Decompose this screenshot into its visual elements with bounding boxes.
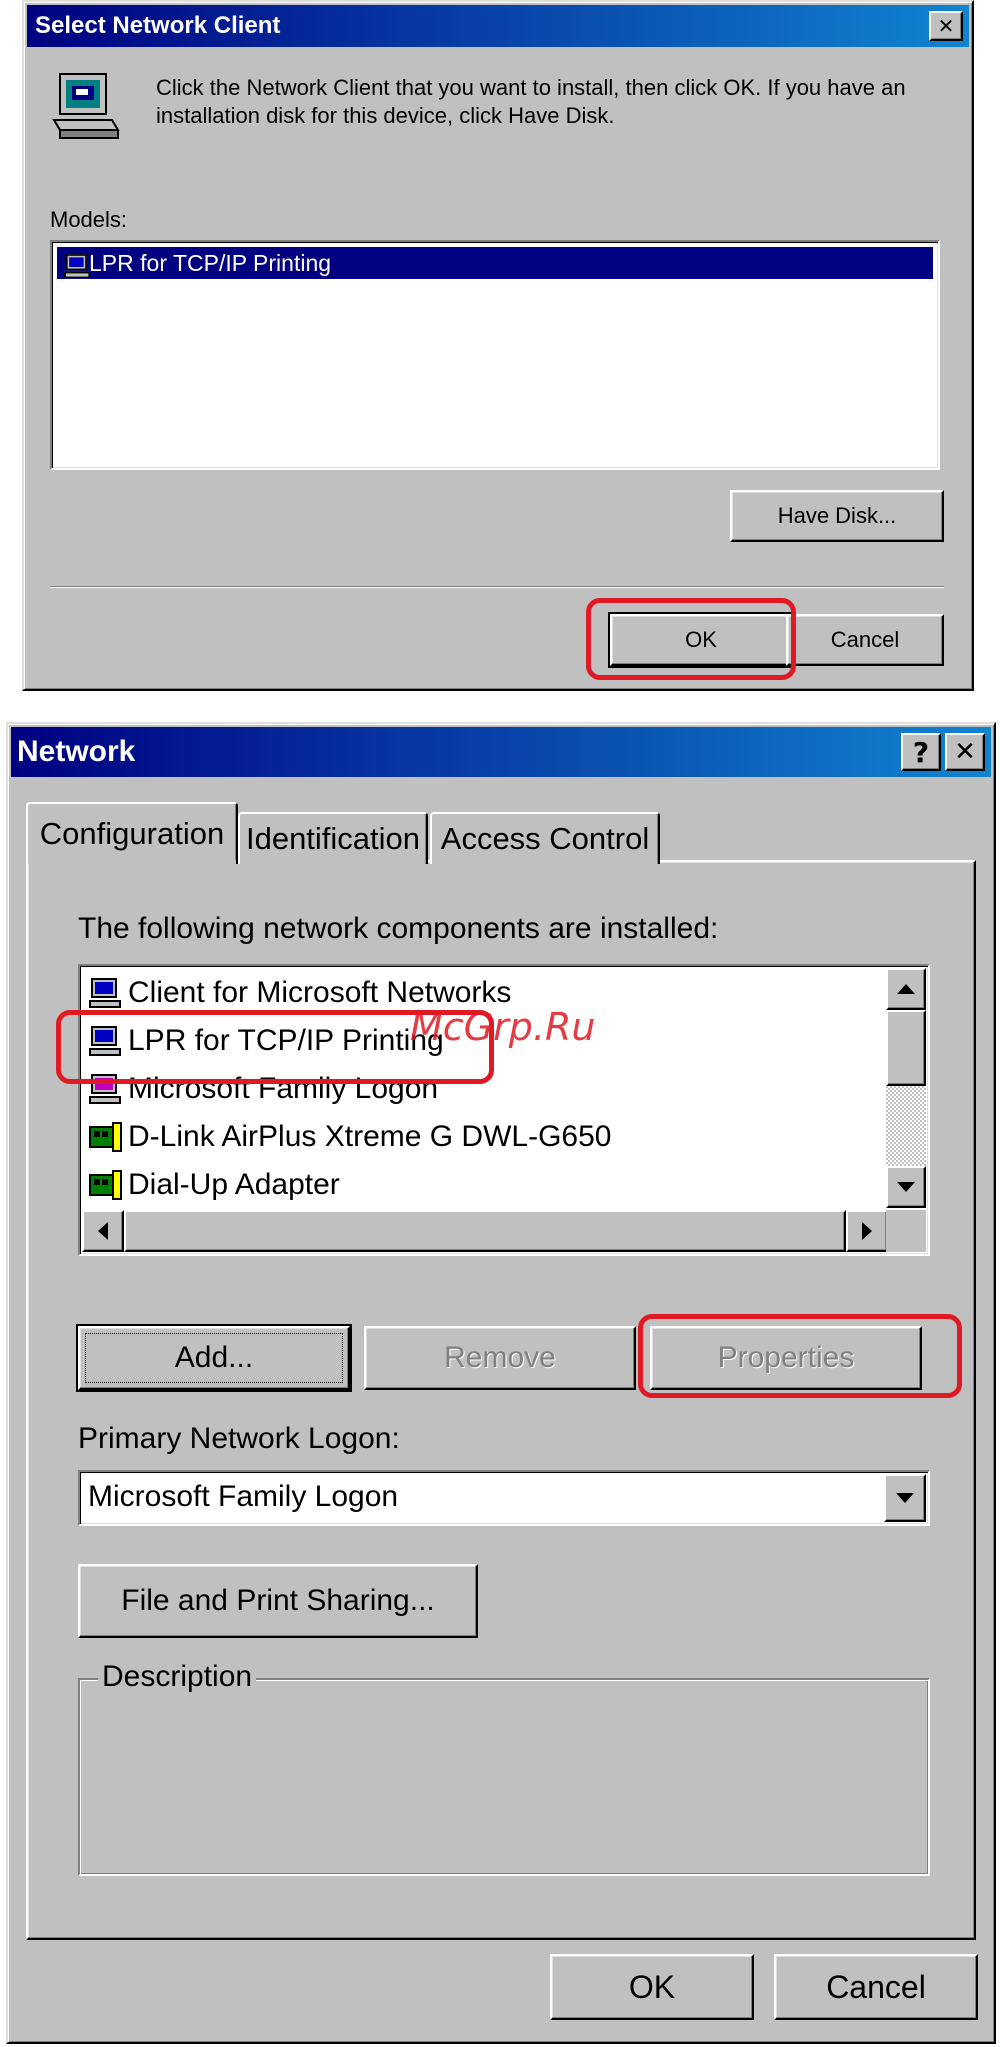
computer-icon [52,72,122,140]
select-network-client-dialog: Select Network Client ✕ Click the Networ… [22,0,974,691]
arrow-left-icon [98,1222,108,1240]
properties-button[interactable]: Properties [650,1326,922,1390]
ok-button[interactable]: OK [550,1954,754,2020]
close-icon: ✕ [937,14,955,38]
arrow-right-icon [862,1222,872,1240]
vertical-scrollbar[interactable] [886,968,926,1208]
ok-button[interactable]: OK [608,612,794,668]
help-button[interactable]: ? [901,733,941,771]
scroll-left-button[interactable] [82,1210,124,1252]
file-print-sharing-label: File and Print Sharing... [121,1584,435,1617]
dialog-title: Select Network Client [35,12,281,39]
list-item[interactable]: Microsoft Family Logon [88,1066,438,1112]
ok-label: OK [685,627,717,652]
separator [50,586,944,588]
remove-label: Remove [444,1341,556,1374]
network-card-icon [88,1168,122,1202]
title-bar: Select Network Client ✕ [27,5,969,47]
list-item[interactable]: D-Link AirPlus Xtreme G DWL-G650 [88,1114,611,1160]
scroll-up-button[interactable] [886,968,926,1010]
chevron-down-icon [896,1493,914,1503]
models-listbox[interactable]: LPR for TCP/IP Printing [50,240,940,470]
description-label: Description [98,1660,257,1694]
help-icon: ? [912,735,930,769]
cancel-button[interactable]: Cancel [786,614,944,666]
computer-icon [88,976,122,1010]
primary-logon-label: Primary Network Logon: [78,1422,400,1455]
components-label: The following network components are ins… [78,912,719,945]
close-button[interactable]: ✕ [945,733,985,771]
description-groupbox [78,1678,930,1876]
computer-icon [64,253,90,279]
cancel-label: Cancel [830,627,900,652]
scroll-down-button[interactable] [886,1166,926,1208]
scroll-right-button[interactable] [846,1210,888,1252]
arrow-up-icon [897,984,915,994]
cancel-label: Cancel [826,1968,926,2005]
models-label: Models: [50,207,128,232]
scroll-thumb[interactable] [124,1210,846,1252]
tab-join [30,860,236,864]
have-disk-label: Have Disk... [777,503,897,528]
primary-logon-value: Microsoft Family Logon [88,1480,399,1513]
arrow-down-icon [897,1182,915,1192]
title-bar: Network ? ✕ [11,727,991,777]
add-button[interactable]: Add... [76,1324,352,1392]
tab-access-control[interactable]: Access Control [430,812,660,864]
tab-identification[interactable]: Identification [238,812,428,864]
network-dialog: Network ? ✕ Identification Access Contro… [6,722,996,2044]
computer-icon [88,1072,122,1106]
have-disk-button[interactable]: Have Disk... [730,490,944,542]
focus-rect [85,1333,343,1383]
tab-configuration[interactable]: Configuration [26,802,238,864]
primary-logon-select[interactable]: Microsoft Family Logon [78,1470,930,1526]
file-print-sharing-button[interactable]: File and Print Sharing... [78,1564,478,1638]
network-card-icon [88,1120,122,1154]
watermark: McGrp.Ru [410,1005,596,1049]
dropdown-button[interactable] [884,1474,926,1522]
horizontal-scrollbar[interactable] [82,1210,888,1252]
dialog-title: Network [17,735,136,768]
computer-icon [88,1024,122,1058]
list-item[interactable]: LPR for TCP/IP Printing [88,1018,444,1064]
close-icon: ✕ [954,737,976,767]
properties-label: Properties [717,1341,855,1374]
scroll-thumb[interactable] [886,1010,926,1086]
remove-button[interactable]: Remove [364,1326,636,1390]
list-item[interactable]: LPR for TCP/IP Printing [57,247,933,279]
ok-label: OK [628,1968,676,2005]
list-item[interactable]: Dial-Up Adapter [88,1162,340,1208]
scroll-corner [886,1210,926,1252]
model-label: LPR for TCP/IP Printing [89,249,332,276]
close-button[interactable]: ✕ [929,11,963,41]
instruction-text: Click the Network Client that you want t… [156,75,906,128]
cancel-button[interactable]: Cancel [774,1954,978,2020]
